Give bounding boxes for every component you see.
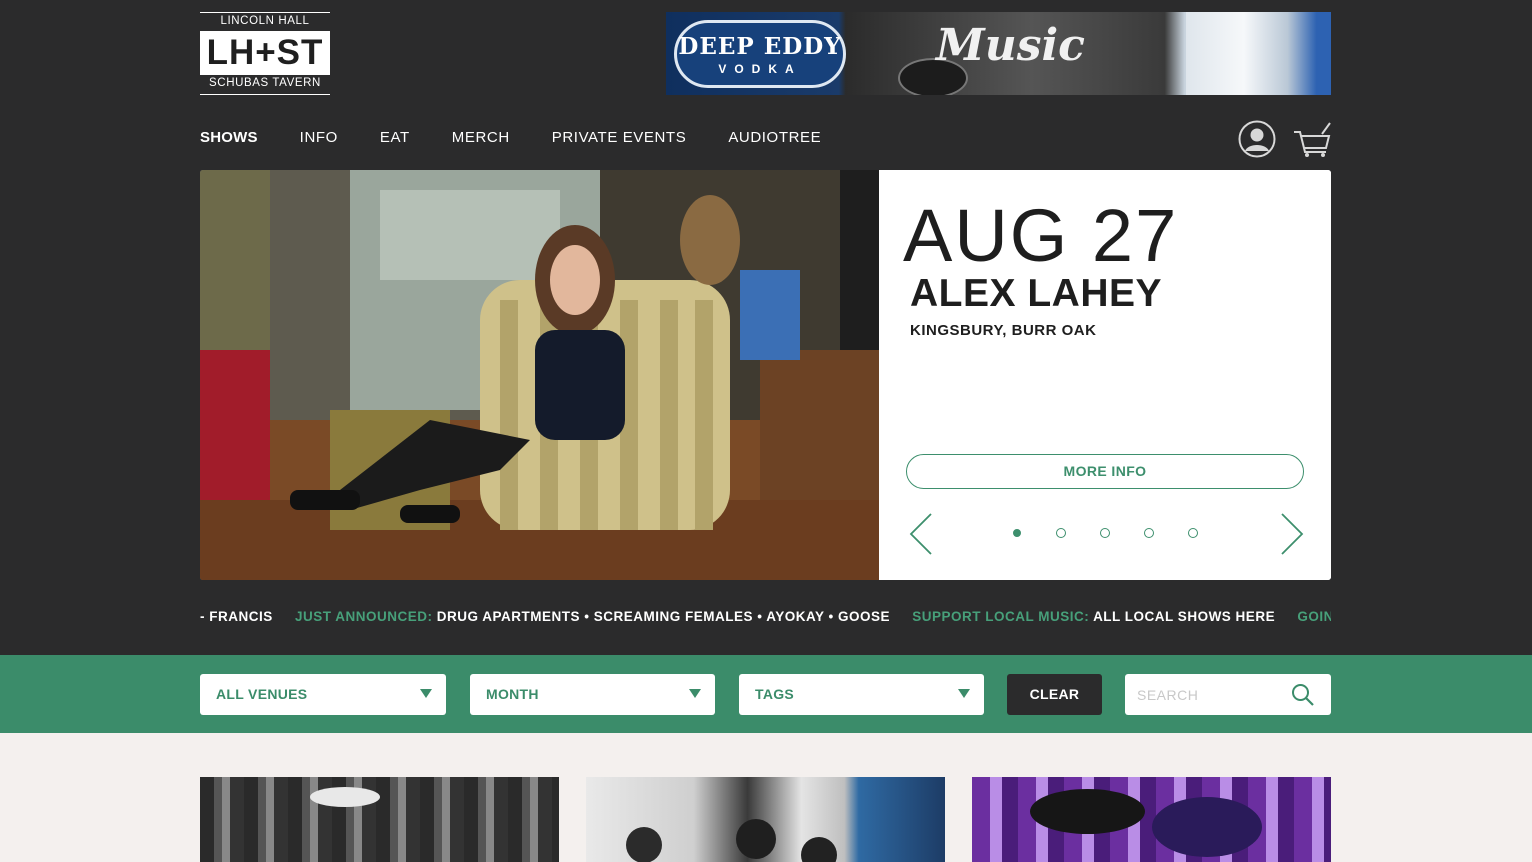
slider-dot-1[interactable]	[1013, 529, 1021, 537]
logo-mark: LH+ST	[200, 31, 330, 75]
ticker-lead[interactable]: - FRANCIS	[200, 609, 273, 624]
venue-select[interactable]: ALL VENUES	[200, 674, 446, 715]
deep-eddy-badge: DEEP EDDY VODKA	[674, 20, 846, 88]
month-select-value: MONTH	[486, 686, 539, 702]
sponsor-banner[interactable]: DEEP EDDY VODKA Music	[666, 12, 1331, 95]
search-input[interactable]	[1137, 674, 1287, 715]
banner-brand: DEEP EDDY	[678, 33, 842, 60]
nav-audiotree[interactable]: AUDIOTREE	[728, 128, 821, 148]
nav-info[interactable]: INFO	[300, 128, 338, 148]
stage-light-graphic	[310, 787, 380, 807]
slider-dot-2[interactable]	[1056, 528, 1066, 538]
ticker-local-label: SUPPORT LOCAL MUSIC:	[912, 609, 1090, 624]
ticker-fast-label: GOING FAST:	[1297, 609, 1331, 624]
artist-photo-illustration	[200, 170, 879, 580]
logo-rule-bottom	[200, 94, 330, 95]
show-headliner[interactable]: ALEX LAHEY	[910, 272, 1162, 316]
vodka-bottle-graphic	[1186, 12, 1331, 95]
hat-graphic	[1152, 797, 1262, 857]
user-icon[interactable]	[1238, 120, 1276, 158]
person-graphic	[626, 827, 662, 862]
show-card-image[interactable]	[972, 777, 1331, 862]
logo-rule-top	[200, 12, 330, 13]
featured-show-slider: AUG 27 ALEX LAHEY KINGSBURY, BURR OAK MO…	[200, 170, 1331, 580]
slider-pagination	[1012, 528, 1198, 538]
show-date: AUG 27	[903, 194, 1179, 277]
tags-select-value: TAGS	[755, 686, 795, 702]
nav-shows[interactable]: SHOWS	[200, 128, 258, 148]
ticker-announced-text[interactable]: DRUG APARTMENTS • SCREAMING FEMALES • AY…	[437, 609, 890, 624]
slider-dot-3[interactable]	[1100, 528, 1110, 538]
caret-down-icon	[689, 689, 701, 698]
slider-dot-5[interactable]	[1188, 528, 1198, 538]
slider-dot-4[interactable]	[1144, 528, 1154, 538]
nav-merch[interactable]: MERCH	[452, 128, 510, 148]
ticker-local-text[interactable]: ALL LOCAL SHOWS HERE	[1093, 609, 1275, 624]
more-info-button[interactable]: MORE INFO	[906, 454, 1304, 489]
person-graphic	[801, 837, 837, 862]
search-icon[interactable]	[1291, 683, 1315, 707]
show-card-image[interactable]	[586, 777, 945, 862]
chevron-right-icon[interactable]	[1279, 512, 1305, 556]
venue-select-value: ALL VENUES	[216, 686, 308, 702]
chevron-left-icon[interactable]	[908, 512, 934, 556]
logo-lincoln-hall: LINCOLN HALL	[220, 15, 310, 27]
month-select[interactable]: MONTH	[470, 674, 715, 715]
logo-schubas-tavern: SCHUBAS TAVERN	[209, 77, 321, 89]
ticker-announced-label: JUST ANNOUNCED:	[295, 609, 433, 624]
banner-tagline: Music	[936, 20, 1085, 71]
tags-select[interactable]: TAGS	[739, 674, 984, 715]
site-logo[interactable]: LINCOLN HALL LH+ST SCHUBAS TAVERN	[200, 12, 330, 95]
person-graphic	[736, 819, 776, 859]
hat-graphic	[1030, 789, 1145, 834]
show-listing	[0, 733, 1532, 862]
announcement-ticker: - FRANCIS JUST ANNOUNCED: DRUG APARTMENT…	[200, 608, 1331, 626]
nav-eat[interactable]: EAT	[380, 128, 410, 148]
show-support-acts: KINGSBURY, BURR OAK	[910, 322, 1097, 339]
search-box	[1125, 674, 1331, 715]
caret-down-icon	[420, 689, 432, 698]
cart-icon[interactable]	[1292, 120, 1332, 158]
clear-filters-button[interactable]: CLEAR	[1007, 674, 1102, 715]
banner-brand-sub: VODKA	[718, 62, 802, 76]
show-card-image[interactable]	[200, 777, 559, 862]
featured-show-info: AUG 27 ALEX LAHEY KINGSBURY, BURR OAK MO…	[879, 170, 1331, 580]
main-nav: SHOWS INFO EAT MERCH PRIVATE EVENTS AUDI…	[200, 128, 821, 148]
nav-private-events[interactable]: PRIVATE EVENTS	[552, 128, 687, 148]
featured-artist-photo[interactable]	[200, 170, 879, 580]
show-filter-bar: ALL VENUES MONTH TAGS CLEAR	[0, 655, 1532, 733]
caret-down-icon	[958, 689, 970, 698]
